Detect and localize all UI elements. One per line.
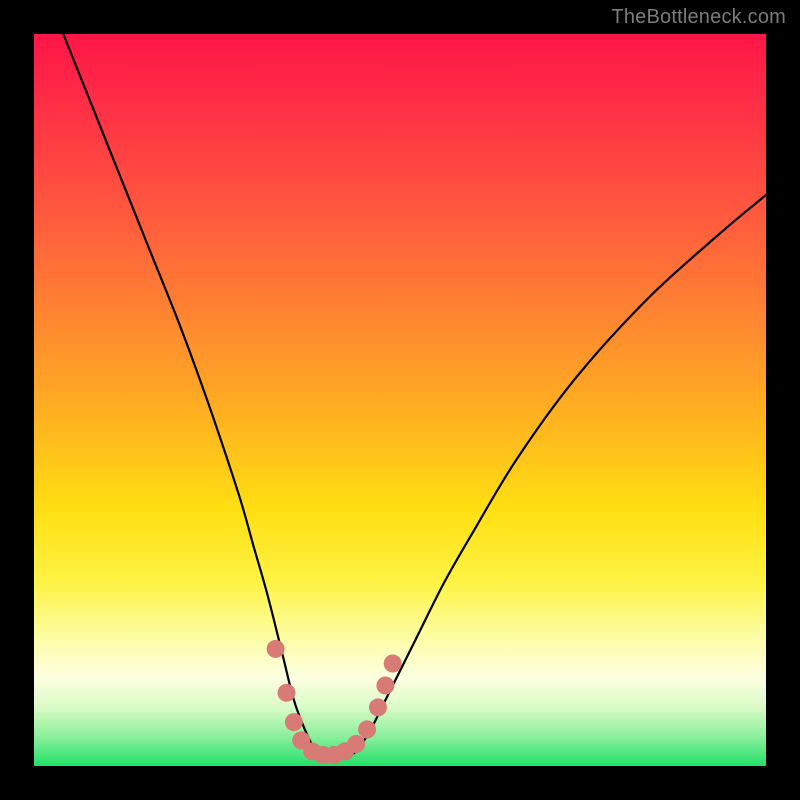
- marker-dot: [278, 684, 296, 702]
- chart-svg: [34, 34, 766, 766]
- marker-dot: [347, 735, 365, 753]
- marker-dot: [267, 640, 285, 658]
- marker-dots: [267, 640, 402, 764]
- curve-layer: [63, 34, 766, 759]
- marker-dot: [369, 698, 387, 716]
- marker-dot: [358, 720, 376, 738]
- marker-dot: [285, 713, 303, 731]
- plot-area: [34, 34, 766, 766]
- marker-dot: [384, 655, 402, 673]
- marker-dot: [376, 677, 394, 695]
- watermark-text: TheBottleneck.com: [611, 6, 786, 29]
- bottleneck-curve: [63, 34, 766, 759]
- chart-frame: TheBottleneck.com: [0, 0, 800, 800]
